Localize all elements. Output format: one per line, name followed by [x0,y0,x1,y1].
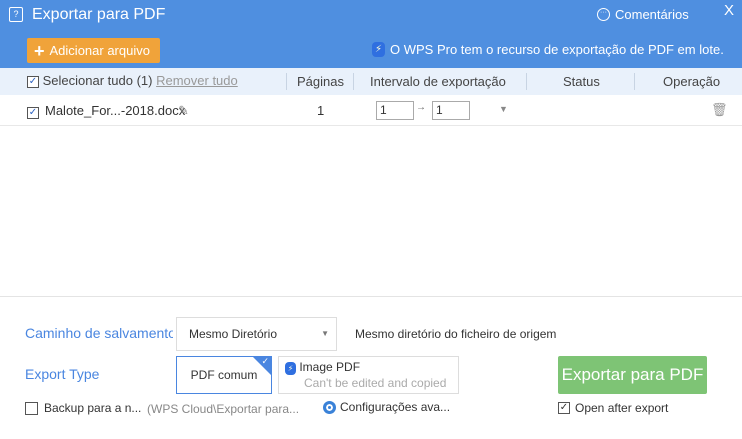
type-image-pdf[interactable]: ⚡ Image PDF Can't be edited and copied [278,356,459,394]
chevron-down-icon: ▼ [321,329,329,338]
comments-label: Comentários [615,7,689,22]
type-pdf-common-label: PDF comum [190,368,258,382]
page-count: 1 [317,103,325,118]
range-to-input[interactable]: 1 [432,101,470,120]
column-pages: Páginas [297,74,344,89]
add-file-button[interactable]: + Adicionar arquivo [27,38,160,63]
check-icon: ✓ [261,356,269,366]
range-from-input[interactable]: 1 [376,101,414,120]
title-bar: ? Exportar para PDF ··· Comentários X + Ad… [0,0,742,68]
close-button[interactable]: X [724,2,734,19]
column-divider [353,73,354,90]
select-all-label: Selecionar tudo (1) [42,73,153,88]
pro-notice[interactable]: ⚡ O WPS Pro tem o recurso de exportação d… [372,42,724,57]
column-status: Status [563,74,600,89]
open-after-export-checkbox[interactable]: ✓ Open after export [558,401,668,415]
export-pdf-icon: ? [9,7,23,22]
advanced-settings-button[interactable]: Configurações ava... [323,400,450,414]
type-image-pdf-description: Can't be edited and copied [304,376,447,390]
checkbox-checked-icon: ✓ [27,106,39,119]
backup-label: Backup para a n... [44,401,142,415]
column-divider [526,73,527,90]
checkbox-checked-icon: ✓ [558,402,570,414]
comments-button[interactable]: ··· Comentários [597,7,689,22]
export-type-label: Export Type [25,366,100,382]
select-all-checkbox[interactable]: ✓ Selecionar tudo (1) Remover tudo [27,73,238,88]
save-path-select[interactable]: Mesmo Diretório ▼ [176,317,337,351]
backup-path: (WPS Cloud\Exportar para... [147,402,300,416]
column-export-range: Intervalo de exportação [370,74,506,89]
export-pdf-button[interactable]: Exportar para PDF [558,356,707,394]
delete-icon[interactable]: 🗑 [711,102,728,118]
column-divider [286,73,287,90]
save-path-value: Mesmo Diretório [189,327,278,341]
plus-icon: + [34,40,45,61]
save-path-label: Caminho de salvamento [25,325,173,341]
table-header: ✓ Selecionar tudo (1) Remover tudo Págin… [0,68,742,95]
add-file-label: Adicionar arquivo [49,43,150,58]
remove-all-link[interactable]: Remover tudo [156,73,238,88]
range-dropdown-icon[interactable]: ▼ [499,104,508,114]
lightning-icon: ⚡ [285,362,296,375]
open-after-export-label: Open after export [575,401,669,415]
gear-icon [323,400,336,414]
arrow-right-icon: → [416,102,426,113]
type-pdf-common[interactable]: PDF comum ✓ [176,356,272,394]
table-row: ✓ Malote_For...-2018.docx ✎ 1 1 → 1 ▼ 🗑 [0,95,742,126]
pro-notice-text: O WPS Pro tem o recurso de exportação de… [390,42,724,57]
file-name: Malote_For...-2018.docx [45,103,186,118]
lightning-icon: ⚡ [372,42,385,57]
window-title: Exportar para PDF [32,6,166,23]
type-image-pdf-label: Image PDF [299,360,361,374]
column-operation: Operação [663,74,721,89]
checkbox-checked-icon: ✓ [27,75,39,88]
advanced-settings-label: Configurações ava... [340,400,451,414]
backup-checkbox[interactable]: Backup para a n... [25,401,141,415]
comment-icon: ··· [597,8,610,21]
column-divider [634,73,635,90]
row-checkbox[interactable]: ✓ [27,104,39,119]
save-path-description: Mesmo diretório do ficheiro de origem [355,327,557,341]
checkbox-unchecked-icon [25,401,38,415]
divider [0,296,742,297]
edit-icon[interactable]: ✎ [178,103,189,119]
